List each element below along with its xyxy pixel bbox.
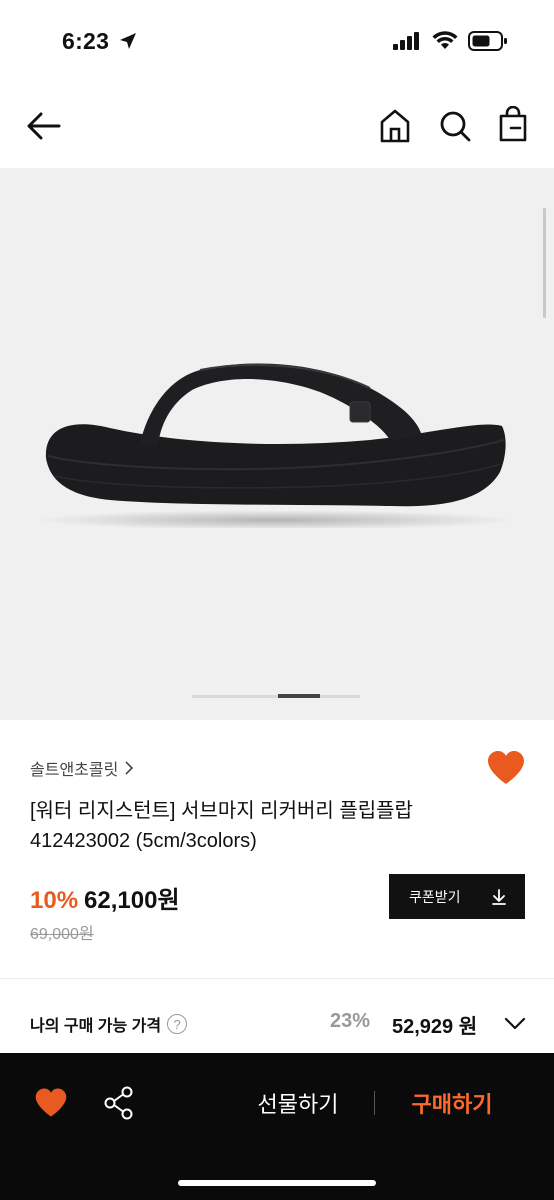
product-image: [35, 363, 515, 528]
my-price-value: 52,929 원: [392, 1016, 478, 1038]
coupon-label: 쿠폰받기: [409, 888, 461, 905]
my-price-label-text: 나의 구매 가능 가격: [30, 1018, 162, 1035]
brand-link[interactable]: 솔트앤초콜릿: [30, 756, 134, 780]
share-button[interactable]: [102, 1085, 136, 1121]
battery-icon: [468, 31, 507, 51]
bottom-action-bar: 선물하기 구매하기: [0, 1053, 554, 1200]
product-title-line1: [워터 리지스턴트] 서브마지 리커버리 플립플랍: [30, 800, 413, 822]
share-icon: [104, 1086, 133, 1120]
coupon-download-button[interactable]: 쿠폰받기: [389, 874, 525, 919]
arrow-left-icon: [27, 112, 61, 140]
bottom-bar-separator: [374, 1091, 375, 1115]
wifi-icon: [432, 31, 458, 49]
discount-rate: 10%: [30, 887, 79, 914]
home-button[interactable]: [378, 108, 412, 144]
heart-filled-icon: [35, 1088, 67, 1117]
home-icon: [380, 109, 410, 143]
nav-bar: [0, 90, 554, 166]
status-time-text: 6:23: [62, 28, 110, 54]
shopping-bag-icon: [499, 105, 527, 142]
signal-icon: [393, 32, 419, 50]
wishlist-button[interactable]: [486, 750, 526, 786]
product-title-line2: 412423002 (5cm/3colors): [30, 830, 257, 852]
home-indicator: [178, 1180, 376, 1186]
my-price-discount: 23%: [330, 1010, 371, 1032]
original-price: 69,000원: [30, 926, 94, 943]
help-icon[interactable]: ?: [167, 1014, 188, 1034]
gallery-page-indicator-active: [278, 694, 320, 698]
gallery-page-indicator: [192, 694, 360, 698]
chevron-right-icon: [125, 761, 134, 775]
status-time: 6:23: [62, 28, 138, 55]
brand-name: 솔트앤초콜릿: [30, 762, 119, 779]
download-icon: [492, 888, 506, 905]
price-row: 10% 62,100원: [30, 880, 180, 915]
location-arrow-icon: [119, 33, 136, 49]
gallery-scrollbar: [543, 208, 546, 318]
search-button[interactable]: [438, 108, 472, 144]
status-indicators: [392, 30, 508, 52]
my-price-label: 나의 구매 가능 가격 ?: [30, 1012, 188, 1036]
gift-button[interactable]: 선물하기: [240, 1087, 356, 1119]
product-title: [워터 리지스턴트] 서브마지 리커버리 플립플랍 412423002 (5cm…: [30, 796, 470, 856]
section-divider: [0, 978, 554, 979]
back-button[interactable]: [24, 108, 64, 144]
my-price-row[interactable]: 나의 구매 가능 가격 ? 23% 52,929 원: [0, 1002, 554, 1046]
buy-button[interactable]: 구매하기: [394, 1087, 510, 1119]
sale-price: 62,100원: [84, 887, 180, 914]
cart-button[interactable]: [496, 105, 530, 144]
search-icon: [440, 111, 471, 142]
bottom-wishlist-button[interactable]: [34, 1087, 68, 1119]
status-bar: 6:23: [0, 0, 554, 80]
chevron-down-icon[interactable]: [502, 1010, 528, 1036]
product-image-gallery[interactable]: [0, 168, 554, 720]
heart-filled-icon: [488, 751, 524, 784]
